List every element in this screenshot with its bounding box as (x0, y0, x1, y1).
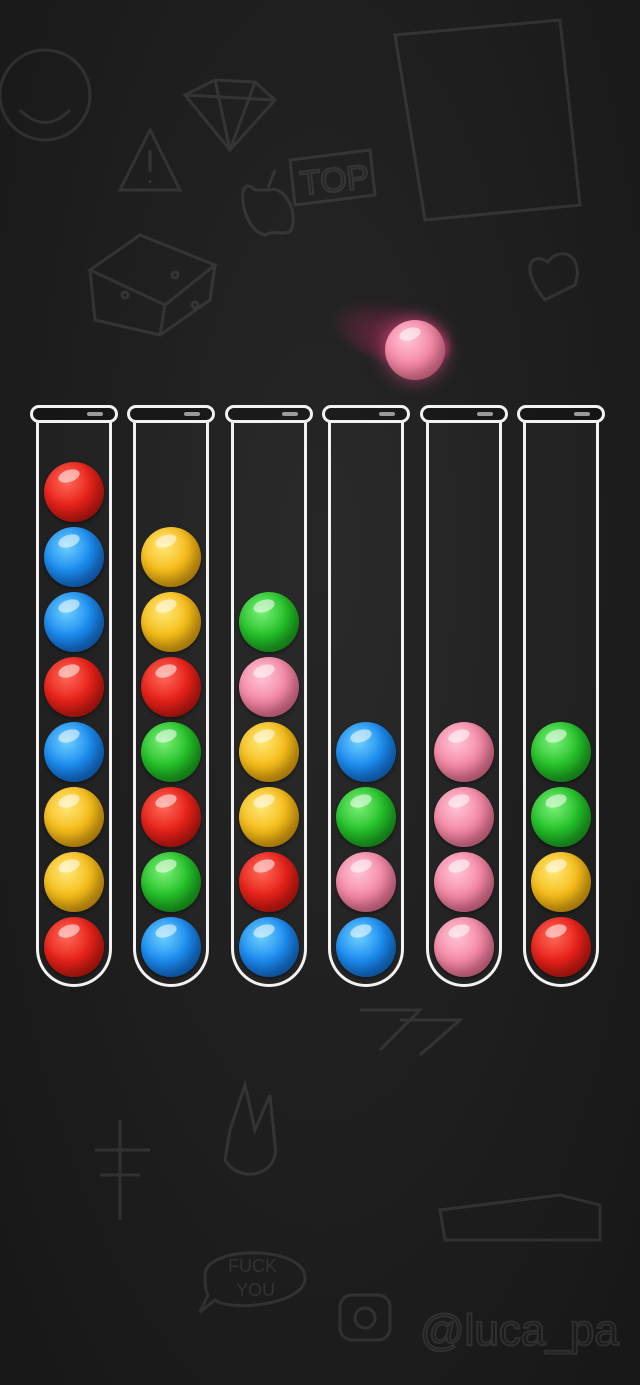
dice-doodle (87, 233, 218, 337)
tube-rim (420, 405, 508, 423)
yellow-ball (239, 787, 299, 847)
green-ball (531, 722, 591, 782)
game-board: TOP FUCK YOU @luca_pa (0, 0, 640, 1385)
yellow-ball (531, 852, 591, 912)
heart-doodle (528, 252, 579, 302)
pink-ball (434, 917, 494, 977)
pink-ball (434, 722, 494, 782)
tube-rim (225, 405, 313, 423)
tube-6[interactable] (517, 405, 605, 987)
blue-ball (336, 917, 396, 977)
blue-ball (44, 592, 104, 652)
card-doodle (393, 18, 582, 222)
tube-rim-highlight (477, 412, 493, 416)
pink-ball (239, 657, 299, 717)
blue-ball (141, 917, 201, 977)
tube-rim (30, 405, 118, 423)
tube-rim-highlight (379, 412, 395, 416)
spiral-doodle (360, 1008, 464, 1057)
rabbit-doodle (223, 1079, 277, 1176)
tube-2[interactable] (127, 405, 215, 987)
lipstick-doodle (438, 1193, 602, 1242)
blue-ball (44, 722, 104, 782)
yellow-ball (44, 787, 104, 847)
tube-rim-highlight (282, 412, 298, 416)
pink-ball (434, 852, 494, 912)
red-ball (44, 917, 104, 977)
doodle-text-you: YOU (236, 1280, 275, 1300)
warning-doodle (117, 126, 183, 192)
red-ball (141, 787, 201, 847)
yellow-ball (44, 852, 104, 912)
red-ball (44, 462, 104, 522)
tube-1[interactable] (30, 405, 118, 987)
tube-5[interactable] (420, 405, 508, 987)
tube-3[interactable] (225, 405, 313, 987)
red-ball (44, 657, 104, 717)
pink-ball (385, 320, 445, 380)
red-ball (141, 657, 201, 717)
blue-ball (239, 917, 299, 977)
held-ball[interactable] (385, 320, 445, 380)
smiley-doodle (0, 48, 92, 142)
green-ball (531, 787, 591, 847)
tube-rim (127, 405, 215, 423)
tube-rim (517, 405, 605, 423)
tube-rim (322, 405, 410, 423)
doodle-text-handle: @luca_pa (420, 1306, 619, 1355)
pink-ball (336, 852, 396, 912)
tube-rim-highlight (184, 412, 200, 416)
apple-doodle (241, 169, 295, 237)
diamond-doodle (182, 78, 278, 153)
doodle-text-top: TOP (298, 158, 371, 203)
doodle-text-fuck: FUCK (228, 1256, 277, 1276)
pink-ball (434, 787, 494, 847)
red-ball (239, 852, 299, 912)
green-ball (336, 787, 396, 847)
yellow-ball (239, 722, 299, 782)
red-ball (531, 917, 591, 977)
blue-ball (44, 527, 104, 587)
yellow-ball (141, 592, 201, 652)
tube-4[interactable] (322, 405, 410, 987)
green-ball (141, 852, 201, 912)
yellow-ball (141, 527, 201, 587)
tube-rim-highlight (87, 412, 103, 416)
green-ball (141, 722, 201, 782)
blue-ball (336, 722, 396, 782)
camera-doodle (338, 1293, 392, 1342)
green-ball (239, 592, 299, 652)
cross-doodle (95, 1120, 150, 1220)
tube-rim-highlight (574, 412, 590, 416)
